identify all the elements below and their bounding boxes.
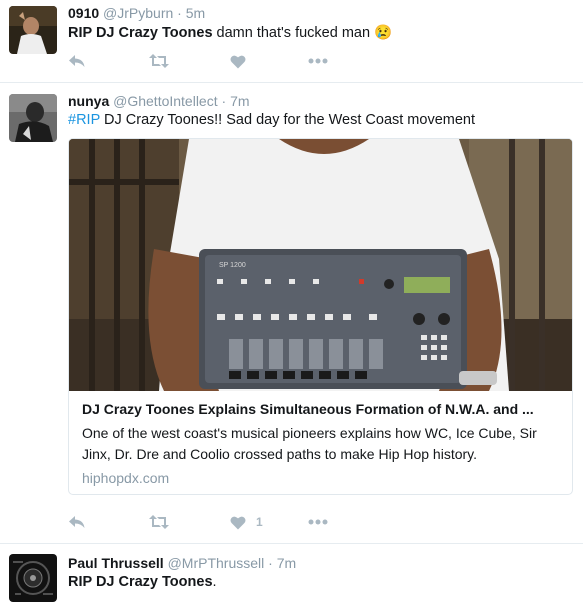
reply-icon xyxy=(69,55,85,67)
card-description: One of the west coast's musical pioneers… xyxy=(82,425,537,462)
avatar[interactable] xyxy=(9,554,57,602)
more-icon xyxy=(308,519,328,525)
reply-button[interactable] xyxy=(68,52,86,70)
more-button[interactable] xyxy=(308,513,328,531)
tweet[interactable]: nunya @GhettoIntellect · 7m #RIP DJ Craz… xyxy=(0,83,583,544)
tweet-text: #RIP DJ Crazy Toones!! Sad day for the W… xyxy=(68,112,475,128)
avatar[interactable] xyxy=(9,94,57,142)
fullname[interactable]: Paul Thrussell xyxy=(68,555,164,571)
timestamp[interactable]: 7m xyxy=(230,93,249,109)
card-body[interactable]: DJ Crazy Toones Explains Simultaneous Fo… xyxy=(82,401,562,486)
tweet-text-rest: . xyxy=(212,574,217,590)
fullname[interactable]: 0910 xyxy=(68,5,99,21)
retweet-icon xyxy=(149,54,169,68)
more-button[interactable] xyxy=(308,52,328,70)
separator: · xyxy=(268,555,273,571)
more-icon xyxy=(308,58,328,64)
retweet-icon xyxy=(149,515,169,529)
timestamp[interactable]: 5m xyxy=(186,5,205,21)
tweet-text: RIP DJ Crazy Toones. xyxy=(68,574,217,590)
card-title[interactable]: DJ Crazy Toones Explains Simultaneous Fo… xyxy=(82,401,562,417)
tweet-text: RIP DJ Crazy Toones damn that's fucked m… xyxy=(68,24,392,41)
tweet[interactable]: Paul Thrussell @MrPThrussell · 7m RIP DJ… xyxy=(0,544,583,602)
reply-button[interactable] xyxy=(68,513,86,531)
like-button[interactable]: 1 xyxy=(230,513,263,531)
tweet-header: 0910 @JrPyburn · 5m xyxy=(68,5,205,21)
username[interactable]: @MrPThrussell xyxy=(168,555,265,571)
username[interactable]: @GhettoIntellect xyxy=(113,93,218,109)
tweet[interactable]: 0910 @JrPyburn · 5m RIP DJ Crazy Toones … xyxy=(0,0,583,83)
crying-face-icon: 😢 xyxy=(374,25,393,41)
heart-icon xyxy=(230,516,246,529)
device-label: SP 1200 xyxy=(219,262,246,269)
link-card[interactable]: SP 1200 DJ Crazy Toones Explains Simulta… xyxy=(68,138,573,495)
separator: · xyxy=(177,5,182,21)
tweet-text-rest: damn that's fucked man xyxy=(212,25,375,41)
username[interactable]: @JrPyburn xyxy=(103,5,173,21)
fullname[interactable]: nunya xyxy=(68,93,109,109)
like-button[interactable] xyxy=(230,52,246,70)
like-count: 1 xyxy=(256,515,263,529)
separator: · xyxy=(221,93,227,109)
retweet-button[interactable] xyxy=(148,513,170,531)
tweet-header: nunya @GhettoIntellect · 7m xyxy=(68,93,250,109)
card-domain[interactable]: hiphopdx.com xyxy=(82,470,562,486)
reply-icon xyxy=(69,516,85,528)
retweet-button[interactable] xyxy=(148,52,170,70)
avatar[interactable] xyxy=(9,6,57,54)
timestamp[interactable]: 7m xyxy=(277,555,296,571)
tweet-text-rest: DJ Crazy Toones!! Sad day for the West C… xyxy=(99,112,476,128)
tweet-text-bold: RIP DJ Crazy Toones xyxy=(68,574,213,590)
hashtag-link[interactable]: #RIP xyxy=(68,112,100,128)
tweet-header: Paul Thrussell @MrPThrussell · 7m xyxy=(68,555,296,571)
heart-icon xyxy=(230,55,246,68)
card-image[interactable]: SP 1200 xyxy=(69,139,572,391)
tweet-text-bold: RIP DJ Crazy Toones xyxy=(68,25,213,41)
